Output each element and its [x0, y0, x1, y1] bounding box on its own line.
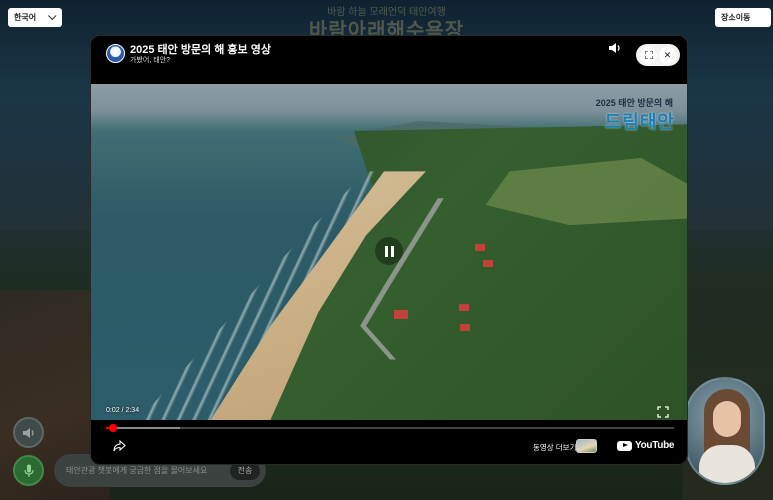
expand-icon [644, 51, 653, 59]
chat-input[interactable]: 태안관광 챗봇에게 궁금한 점을 물어보세요 [66, 465, 230, 476]
time-display: 0:02 / 2:34 [106, 407, 140, 414]
more-videos-thumbnail[interactable] [576, 439, 597, 453]
fullscreen-icon[interactable] [657, 406, 669, 418]
video-header: 2025 태안 방문의 해 홍보 영상 가봤어, 태안? ✕ [91, 36, 687, 84]
channel-name[interactable]: 가봤어, 태안? [130, 55, 170, 65]
place-move-label: 장소이동 [721, 13, 751, 22]
avatar-body [699, 445, 755, 483]
share-icon[interactable] [113, 440, 126, 452]
building-roof [483, 260, 493, 267]
close-button[interactable]: ✕ [659, 46, 676, 64]
sound-button[interactable] [13, 417, 44, 448]
language-label: 한국어 [14, 13, 37, 22]
guide-avatar[interactable] [685, 377, 765, 485]
pause-icon [390, 245, 394, 257]
progress-buffered [106, 427, 180, 429]
building-roof [460, 324, 470, 331]
youtube-play-icon [617, 440, 632, 451]
place-move-button[interactable]: 장소이동 [715, 8, 771, 27]
mic-icon [23, 464, 34, 477]
pause-button[interactable] [375, 237, 403, 265]
more-videos-link[interactable]: 동영상 더보기 [533, 442, 576, 453]
channel-logo[interactable] [106, 44, 125, 63]
expand-button[interactable] [640, 46, 657, 64]
progress-handle[interactable] [109, 424, 118, 432]
speaker-icon [22, 427, 34, 438]
youtube-label: YouTube [635, 440, 675, 451]
avatar-face [713, 401, 741, 437]
youtube-logo[interactable]: YouTube [617, 440, 675, 451]
progress-bar[interactable] [106, 424, 674, 432]
mic-button[interactable] [13, 455, 44, 486]
building-roof [394, 310, 408, 319]
volume-icon[interactable] [608, 42, 622, 54]
language-select[interactable]: 한국어 [8, 8, 62, 27]
video-modal: 2025 태안 방문의 해 홍보 영상 가봤어, 태안? ✕ 2025 태안 방… [90, 35, 688, 465]
modal-controls: ✕ [636, 44, 680, 66]
building-roof [459, 304, 469, 311]
building-roof [475, 244, 485, 251]
pause-icon [384, 245, 388, 257]
video-frame[interactable]: 2025 태안 방문의 해 드림태안 0:02 / 2:34 [91, 84, 687, 420]
overlay-brand-logo: 드림태안 [604, 112, 675, 132]
chevron-down-icon [48, 11, 57, 20]
